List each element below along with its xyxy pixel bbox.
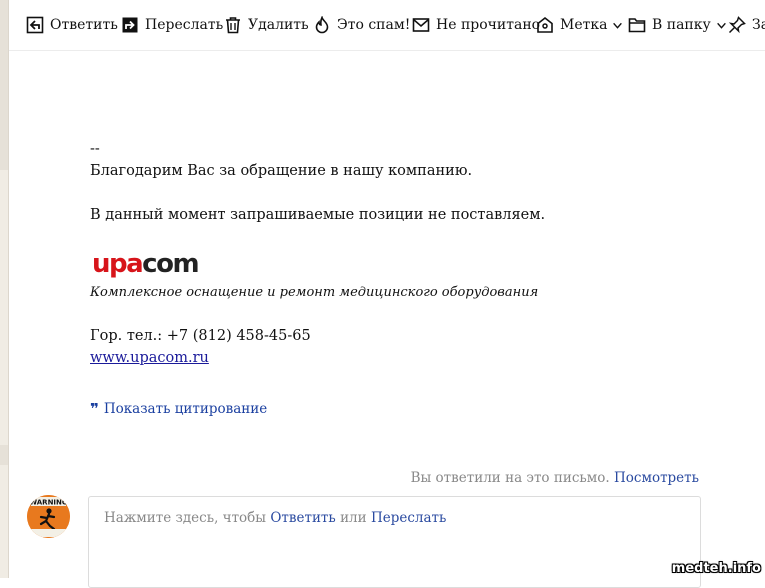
replied-notice: Вы ответили на это письмо. Посмотреть xyxy=(411,470,699,486)
trash-icon xyxy=(226,17,240,34)
quick-reply-link[interactable]: Ответить xyxy=(270,510,335,526)
quote-icon: ❞ xyxy=(90,400,99,418)
forward-icon xyxy=(122,17,138,33)
chevron-down-icon xyxy=(716,22,726,29)
upacom-logo: upacom xyxy=(92,249,200,279)
reply-button[interactable]: Ответить xyxy=(26,0,118,50)
reply-prompt-or: или xyxy=(340,510,367,526)
delete-label: Удалить xyxy=(248,17,309,33)
message-toolbar: Ответить Переслать Удалить Это спам! Не … xyxy=(9,0,765,51)
message-notice: В данный момент запрашиваемые позиции не… xyxy=(90,207,546,223)
forward-label: Переслать xyxy=(145,17,224,33)
folder-label: В папку xyxy=(652,17,711,33)
left-pane-segment xyxy=(0,0,8,170)
svg-text:WARNING: WARNING xyxy=(29,499,68,507)
pin-icon xyxy=(728,16,746,34)
company-tagline: Комплексное оснащение и ремонт медицинск… xyxy=(90,285,539,300)
spam-label: Это спам! xyxy=(337,17,411,33)
unread-label: Не прочитано xyxy=(436,17,541,33)
chevron-down-icon xyxy=(613,22,623,29)
folder-icon xyxy=(628,18,646,33)
pin-button[interactable]: За xyxy=(728,0,765,50)
flame-icon xyxy=(315,16,329,34)
quick-forward-link[interactable]: Переслать xyxy=(371,510,446,526)
pin-label: За xyxy=(752,17,765,33)
show-quote-label: Показать цитирование xyxy=(103,401,268,417)
quick-reply-box[interactable]: Нажмите здесь, чтобы Ответить или Пересл… xyxy=(88,496,701,588)
delete-button[interactable]: Удалить xyxy=(224,0,309,50)
label-dropdown[interactable]: Метка xyxy=(536,0,623,50)
tag-icon xyxy=(537,16,553,33)
reply-prompt-prefix: Нажмите здесь, чтобы xyxy=(104,510,267,526)
warning-figure-icon: WARNING xyxy=(27,495,70,538)
avatar[interactable]: WARNING xyxy=(27,495,70,538)
spam-button[interactable]: Это спам! xyxy=(313,0,410,50)
show-quote-link[interactable]: ❞ Показать цитирование xyxy=(90,400,267,418)
message-thanks: Благодарим Вас за обращение в нашу компа… xyxy=(90,163,473,179)
reply-prompt: Нажмите здесь, чтобы Ответить или Пересл… xyxy=(104,510,446,526)
reply-label: Ответить xyxy=(50,17,118,33)
reply-icon xyxy=(26,16,44,34)
website-link[interactable]: www.upacom.ru xyxy=(90,350,209,366)
svg-text:upacom: upacom xyxy=(92,249,198,279)
left-pane-edge xyxy=(0,0,9,578)
move-to-folder-dropdown[interactable]: В папку xyxy=(628,0,727,50)
phone-number: Гор. тел.: +7 (812) 458-45-65 xyxy=(90,328,311,344)
replied-text: Вы ответили на это письмо. xyxy=(410,470,610,486)
watermark: medteh.info xyxy=(671,561,761,576)
envelope-icon xyxy=(412,18,430,32)
left-pane-segment xyxy=(0,445,8,465)
forward-button[interactable]: Переслать xyxy=(121,0,223,50)
mark-unread-button[interactable]: Не прочитано xyxy=(412,0,540,50)
view-reply-link[interactable]: Посмотреть xyxy=(614,470,699,486)
signature-separator: -- xyxy=(90,141,100,157)
label-label: Метка xyxy=(560,17,608,33)
